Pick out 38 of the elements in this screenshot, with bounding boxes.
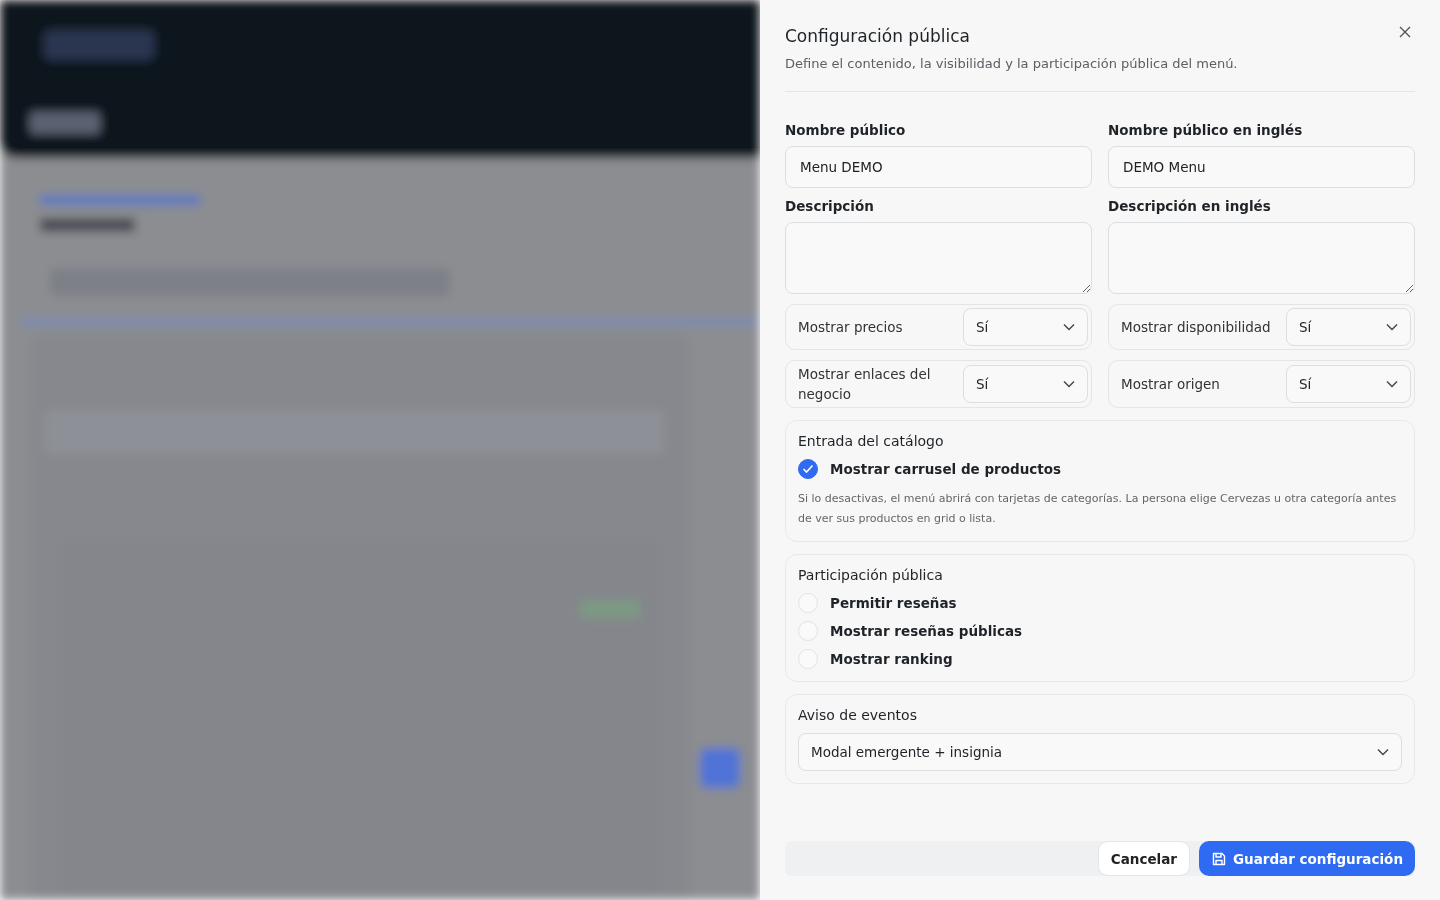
setting-label: Mostrar enlaces del negocio: [798, 365, 932, 404]
setting-label: Mostrar precios: [798, 318, 904, 337]
chevron-icon: [1386, 323, 1398, 331]
close-icon: [1399, 26, 1411, 38]
checkbox-label: Mostrar carrusel de productos: [830, 461, 1062, 477]
select-field[interactable]: Modal emergente + insignia: [798, 733, 1402, 771]
panel-subtitle: Define el contenido, la visibilidad y la participación pública del menú.: [785, 56, 1238, 71]
section-title: Participación pública: [798, 567, 944, 583]
field-label: Nombre público: [785, 122, 907, 138]
save-button[interactable]: Guardar configuración: [1198, 841, 1415, 876]
hint-text: Si lo desactivas, el menú abrirá con tarjetas de categorías. La persona elige Cervezas u otra categoría antes de ver sus productos en grid o lista.: [798, 491, 1398, 527]
field-label: Descripción en inglés: [1108, 198, 1272, 214]
select-field[interactable]: Sí: [963, 365, 1088, 403]
input-field[interactable]: Menu DEMO: [785, 146, 1092, 188]
chevron-icon: [1063, 380, 1075, 388]
text-area[interactable]: [785, 222, 1092, 294]
field-label: Nombre público en inglés: [1108, 122, 1304, 138]
checkbox-label: Mostrar ranking: [830, 651, 953, 667]
checkbox[interactable]: [798, 459, 818, 479]
select-field[interactable]: Sí: [1286, 365, 1411, 403]
chevron-icon: [1377, 748, 1389, 756]
input-field[interactable]: DEMO Menu: [1108, 146, 1415, 188]
section-title: Entrada del catálogo: [798, 433, 945, 449]
setting-label: Mostrar origen: [1121, 375, 1221, 394]
setting-label: Mostrar disponibilidad: [1121, 318, 1272, 337]
text-area[interactable]: [1108, 222, 1415, 294]
checkbox-label: Mostrar reseñas públicas: [830, 623, 1023, 639]
select-field[interactable]: Sí: [1286, 308, 1411, 346]
field-label: Descripción: [785, 198, 875, 214]
chevron-icon: [1063, 323, 1075, 331]
select-field[interactable]: Sí: [963, 308, 1088, 346]
cancel-button[interactable]: Cancelar: [1097, 841, 1190, 876]
check-icon: [802, 464, 814, 474]
save-icon: [1210, 850, 1227, 867]
panel-title: Configuración pública: [785, 26, 971, 46]
chevron-icon: [1386, 380, 1398, 388]
section-title: Aviso de eventos: [798, 707, 918, 723]
checkbox-label: Permitir reseñas: [830, 595, 957, 611]
